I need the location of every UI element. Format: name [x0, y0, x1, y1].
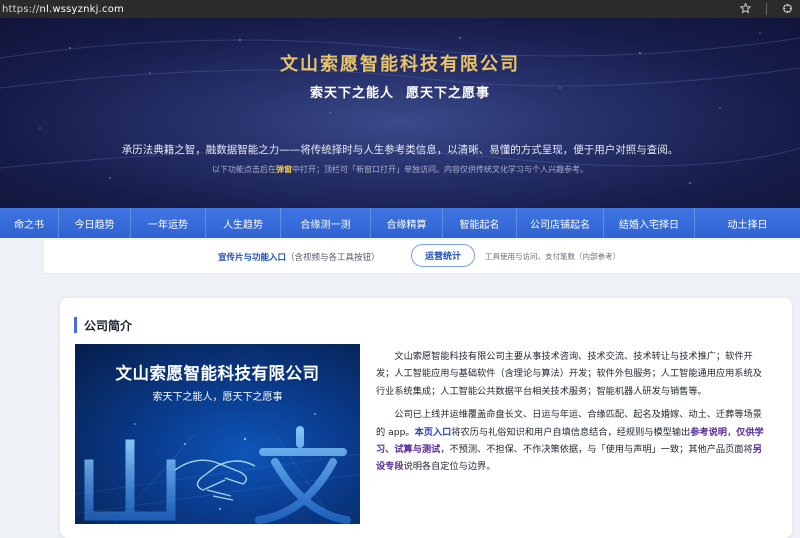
p2-text-c: 将农历与礼俗知识和用户自填信息结合，经规则与模型输出 [451, 426, 691, 438]
browser-toolbar: https://nl.wssyznkj.com [0, 0, 800, 18]
hero-slogan: 索天下之能人 愿天下之愿事 [0, 82, 800, 101]
company-banner-image: 文山索愿智能科技有限公司 索天下之能人，愿天下之愿事 [75, 344, 360, 524]
address-bar[interactable]: https://nl.wssyznkj.com [0, 4, 124, 15]
sub-toolbar: 宣传片与功能入口（含视频与各工具按钮） 运营统计 工具使用与访问、支付笔数（内部… [44, 240, 800, 274]
company-description: 文山索愿智能科技有限公司主要从事技术咨询、技术交流、技术转让与技术推广；软件开发… [376, 348, 768, 482]
section-title-text: 公司简介 [84, 318, 133, 333]
nav-item-shop-naming[interactable]: 公司店铺起名 [517, 208, 604, 238]
handshake-icon [174, 459, 256, 501]
p2-bold-reference: 参考说明 [690, 426, 727, 438]
promo-entry-link[interactable]: 宣传片与功能入口（含视频与各工具按钮） [218, 251, 380, 263]
extension-icon[interactable] [781, 2, 794, 15]
url-scheme: https:// [2, 3, 40, 15]
nav-item-groundbreaking-date[interactable]: 动土择日 [695, 208, 800, 238]
hero-intro-text: 承历法典籍之智，融数据智能之力——将传统择时与人生参考类信息，以清晰、易懂的方式… [121, 144, 679, 156]
nav-item-book-of-life[interactable]: 命之书 [0, 208, 59, 238]
toolbar-divider [766, 2, 767, 15]
banner-slogan: 索天下之能人，愿天下之愿事 [152, 392, 283, 403]
main-nav: 命之书 今日趋势 一年运势 人生趋势 合缘测一测 合缘精算 智能起名 公司店铺起… [0, 208, 800, 238]
company-name-heading: 文山索愿智能科技有限公司 [280, 54, 520, 75]
banner-title: 文山索愿智能科技有限公司 [115, 364, 320, 383]
nav-item-wedding-date[interactable]: 结婚入宅择日 [604, 208, 695, 238]
operations-stats-button[interactable]: 运营统计 [411, 244, 475, 267]
nav-item-smart-naming[interactable]: 智能起名 [443, 208, 517, 238]
note-text-1: 以下功能点击后在 [212, 165, 276, 174]
bookmark-star-icon[interactable] [739, 2, 752, 15]
note-highlight: 弹窗 [276, 165, 292, 174]
nav-item-year-fortune[interactable]: 一年运势 [131, 208, 206, 238]
description-paragraph-1: 文山索愿智能科技有限公司主要从事技术咨询、技术交流、技术转让与技术推广；软件开发… [376, 351, 762, 397]
glyph-shan [84, 439, 176, 521]
slogan-left: 索天下之能人 [309, 86, 394, 101]
note-text-2: 中打开；顶栏可「新窗口打开」单独访问。内容仅供传统文化学习与个人兴趣参考。 [292, 165, 588, 174]
description-paragraph-2: 公司已上线并运维覆盖命盘长文、日运与年运、合缘匹配、起名及婚嫁、动土、迁葬等场景… [376, 406, 768, 476]
nav-item-life-trend[interactable]: 人生趋势 [206, 208, 281, 238]
hero-banner: 文山索愿智能科技有限公司 索天下之能人 愿天下之愿事 承历法典籍之智，融数据智能之… [0, 18, 800, 208]
promo-label: 宣传片与功能入口 [218, 253, 287, 263]
nav-item-match-test[interactable]: 合缘测一测 [281, 208, 371, 238]
p2-link-page-entry: 本页入口 [414, 426, 452, 438]
stats-note: 工具使用与访问、支付笔数（内部参考） [485, 252, 620, 261]
title-accent-bar [74, 317, 77, 333]
p2-comma: ， [726, 426, 737, 438]
hero-background-decoration [0, 32, 800, 184]
section-title: 公司简介 [74, 316, 132, 334]
nav-item-match-precise[interactable]: 合缘精算 [371, 208, 443, 238]
p2-text-g: ，不预测、不担保、不作决策依据，与「使用与声明」一致；其他产品页面将 [440, 444, 753, 456]
promo-paren: （含视频与各工具按钮） [286, 253, 380, 263]
nav-item-today-trend[interactable]: 今日趋势 [59, 208, 131, 238]
url-host: nl.wssyznkj.com [39, 3, 124, 15]
glyph-wen [255, 426, 351, 524]
slogan-right: 愿天下之愿事 [406, 86, 491, 101]
hero-usage-note: 以下功能点击后在弹窗中打开；顶栏可「新窗口打开」单独访问。内容仅供传统文化学习与… [0, 164, 800, 175]
company-profile-card: 公司简介 文山索愿智能科技有限公司 索天下之能人，愿天下之愿事 文山索愿智能科技… [60, 298, 792, 538]
p2-text-i: 说明各自定位与边界。 [403, 461, 496, 473]
